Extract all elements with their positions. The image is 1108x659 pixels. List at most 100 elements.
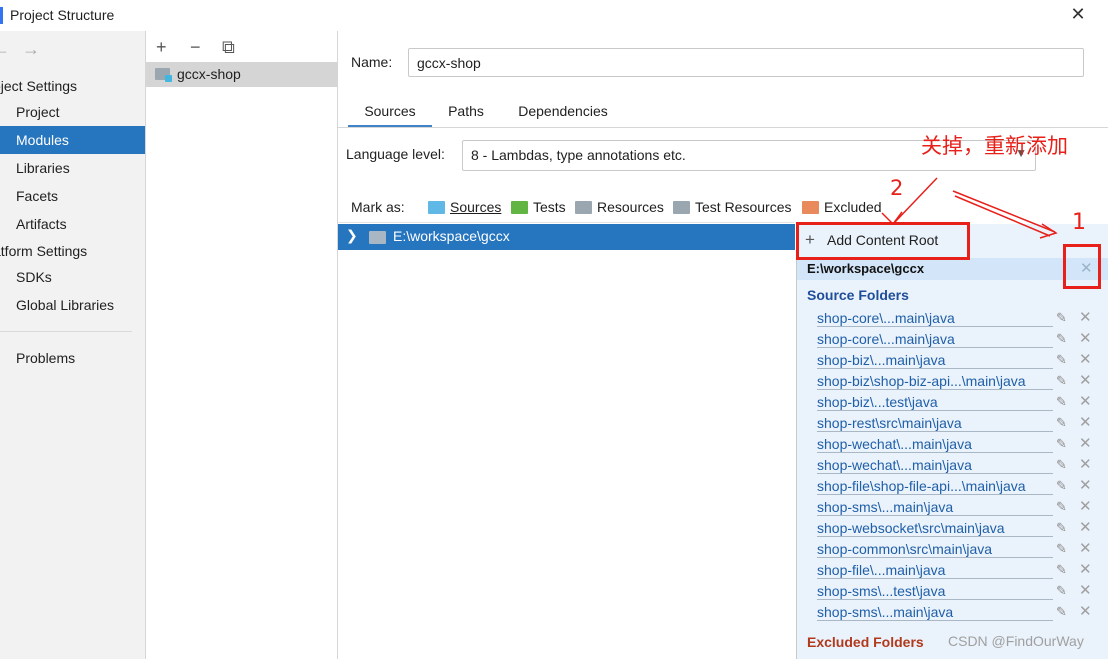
module-editor: Name: Sources Paths Dependencies Languag…	[338, 31, 1108, 659]
row-underline	[817, 389, 1053, 390]
remove-icon[interactable]: ✕	[1079, 539, 1092, 557]
source-folder-row: shop-websocket\src\main\java ✎ ✕	[797, 518, 1108, 539]
source-folder-path[interactable]: shop-common\src\main\java	[817, 541, 992, 557]
source-folder-path[interactable]: shop-sms\...main\java	[817, 604, 953, 620]
edit-icon[interactable]: ✎	[1056, 373, 1067, 389]
chevron-right-icon[interactable]: ❯	[346, 227, 358, 244]
source-folder-row: shop-sms\...test\java ✎ ✕	[797, 581, 1108, 602]
remove-icon[interactable]: ✕	[1079, 581, 1092, 599]
tab-paths[interactable]: Paths	[444, 98, 488, 128]
remove-icon[interactable]: ✕	[1079, 434, 1092, 452]
module-list-item[interactable]: gccx-shop	[146, 62, 337, 87]
source-folder-row: shop-core\...main\java ✎ ✕	[797, 308, 1108, 329]
nav-item-project[interactable]: Project	[0, 98, 145, 126]
remove-icon[interactable]: ✕	[1079, 455, 1092, 473]
edit-icon[interactable]: ✎	[1056, 604, 1067, 620]
back-arrow-icon[interactable]: ←	[0, 39, 10, 60]
source-folder-path[interactable]: shop-biz\...test\java	[817, 394, 938, 410]
edit-icon[interactable]: ✎	[1056, 478, 1067, 494]
source-folder-row: shop-sms\...main\java ✎ ✕	[797, 497, 1108, 518]
window-title: Project Structure	[10, 7, 115, 23]
module-folder-icon	[155, 68, 172, 82]
source-folder-path[interactable]: shop-biz\shop-biz-api...\main\java	[817, 373, 1026, 389]
content-tree-row[interactable]: ❯ E:\workspace\gccx	[338, 224, 795, 250]
source-folder-row: shop-file\shop-file-api...\main\java ✎ ✕	[797, 476, 1108, 497]
nav-item-artifacts[interactable]: Artifacts	[0, 210, 145, 238]
nav-item-sdks[interactable]: SDKs	[0, 263, 145, 291]
edit-icon[interactable]: ✎	[1056, 394, 1067, 410]
source-folder-path[interactable]: shop-core\...main\java	[817, 310, 955, 326]
edit-icon[interactable]: ✎	[1056, 499, 1067, 515]
edit-icon[interactable]: ✎	[1056, 331, 1067, 347]
edit-icon[interactable]: ✎	[1056, 520, 1067, 536]
project-settings-heading: oject Settings	[0, 78, 78, 94]
remove-icon[interactable]: ✕	[1079, 602, 1092, 620]
remove-icon[interactable]: −	[190, 37, 201, 57]
add-icon[interactable]: +	[156, 37, 167, 57]
source-folder-path[interactable]: shop-biz\...main\java	[817, 352, 945, 368]
remove-icon[interactable]: ✕	[1079, 497, 1092, 515]
remove-icon[interactable]: ✕	[1079, 392, 1092, 410]
remove-icon[interactable]: ✕	[1079, 329, 1092, 347]
row-underline	[817, 515, 1053, 516]
row-underline	[817, 557, 1053, 558]
edit-icon[interactable]: ✎	[1056, 541, 1067, 557]
edit-icon[interactable]: ✎	[1056, 310, 1067, 326]
source-folder-path[interactable]: shop-sms\...main\java	[817, 499, 953, 515]
remove-icon[interactable]: ✕	[1079, 413, 1092, 431]
row-underline	[817, 473, 1053, 474]
mark-test-resources-label: Test Resources	[695, 199, 792, 215]
edit-icon[interactable]: ✎	[1056, 415, 1067, 431]
mark-as-label: Mark as:	[351, 199, 405, 215]
source-folder-path[interactable]: shop-wechat\...main\java	[817, 457, 972, 473]
remove-icon[interactable]: ✕	[1079, 476, 1092, 494]
tab-sources[interactable]: Sources	[348, 98, 432, 128]
source-folder-row: shop-biz\...test\java ✎ ✕	[797, 392, 1108, 413]
nav-item-facets[interactable]: Facets	[0, 182, 145, 210]
edit-icon[interactable]: ✎	[1056, 436, 1067, 452]
source-folder-path[interactable]: shop-file\shop-file-api...\main\java	[817, 478, 1026, 494]
nav-item-global-libraries[interactable]: Global Libraries	[0, 291, 145, 319]
excluded-folder-icon	[802, 201, 819, 214]
annotation-box-remove-root	[1063, 244, 1101, 289]
source-folder-row: shop-sms\...main\java ✎ ✕	[797, 602, 1108, 623]
annotation-box-add-root	[796, 222, 970, 260]
remove-icon[interactable]: ✕	[1079, 560, 1092, 578]
edit-icon[interactable]: ✎	[1056, 457, 1067, 473]
source-folder-path[interactable]: shop-rest\src\main\java	[817, 415, 962, 431]
row-underline	[817, 326, 1053, 327]
tests-folder-icon	[511, 201, 528, 214]
tab-dependencies[interactable]: Dependencies	[512, 98, 614, 128]
row-underline	[817, 431, 1053, 432]
row-underline	[817, 536, 1053, 537]
source-folder-row: shop-wechat\...main\java ✎ ✕	[797, 455, 1108, 476]
source-folder-row: shop-common\src\main\java ✎ ✕	[797, 539, 1108, 560]
source-folder-path[interactable]: shop-wechat\...main\java	[817, 436, 972, 452]
source-folder-path[interactable]: shop-file\...main\java	[817, 562, 945, 578]
close-icon[interactable]: ✕	[1068, 4, 1088, 24]
edit-icon[interactable]: ✎	[1056, 583, 1067, 599]
forward-arrow-icon[interactable]: →	[22, 39, 40, 60]
row-underline	[817, 578, 1053, 579]
platform-settings-heading: atform Settings	[0, 243, 88, 259]
nav-item-modules[interactable]: Modules	[0, 126, 145, 154]
tab-divider	[338, 127, 1108, 128]
remove-icon[interactable]: ✕	[1079, 518, 1092, 536]
edit-icon[interactable]: ✎	[1056, 352, 1067, 368]
remove-icon[interactable]: ✕	[1079, 308, 1092, 326]
edit-icon[interactable]: ✎	[1056, 562, 1067, 578]
source-folder-path[interactable]: shop-websocket\src\main\java	[817, 520, 1005, 536]
copy-icon[interactable]: ⧉	[222, 37, 235, 57]
sources-folder-icon	[428, 201, 445, 214]
source-folder-path[interactable]: shop-sms\...test\java	[817, 583, 945, 599]
mark-tests-label: Tests	[533, 199, 566, 215]
nav-divider	[0, 331, 132, 332]
source-folder-path[interactable]: shop-core\...main\java	[817, 331, 955, 347]
nav-item-libraries[interactable]: Libraries	[0, 154, 145, 182]
module-name-input[interactable]	[408, 48, 1084, 77]
remove-icon[interactable]: ✕	[1079, 350, 1092, 368]
nav-item-problems[interactable]: Problems	[0, 344, 145, 372]
remove-icon[interactable]: ✕	[1079, 371, 1092, 389]
annotation-label-1: 1	[1072, 210, 1086, 235]
title-bar: Project Structure ✕	[0, 0, 1108, 31]
